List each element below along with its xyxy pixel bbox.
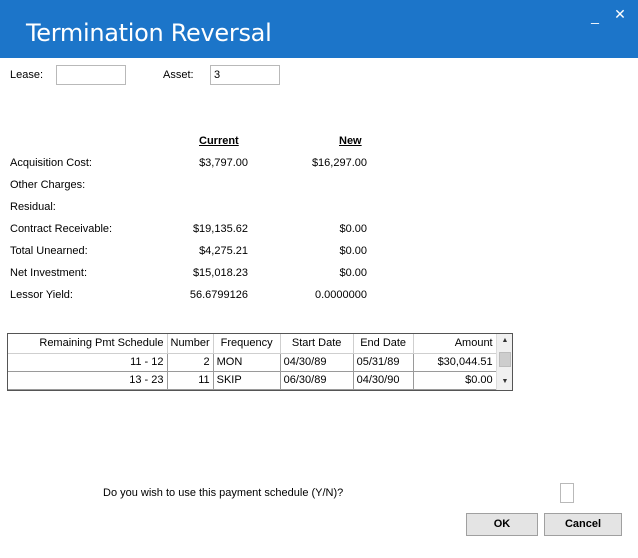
cell-amount[interactable]: $30,044.51 [413,353,497,372]
lease-field[interactable] [56,65,126,85]
cell-number[interactable]: 11 [167,371,214,390]
column-header-number[interactable]: Number [167,334,214,354]
minimize-icon[interactable]: _ [587,8,603,24]
close-icon[interactable]: ✕ [612,6,628,22]
column-header-frequency[interactable]: Frequency [213,334,281,354]
column-header-end-date[interactable]: End Date [353,334,414,354]
cancel-button[interactable]: Cancel [544,513,622,536]
cell-start-date[interactable]: 04/30/89 [280,353,354,372]
cell-end-date[interactable]: 05/31/89 [353,353,414,372]
table-row[interactable]: 13 - 23 11 SKIP 06/30/89 04/30/90 $0.00 [8,371,497,390]
yn-answer-field[interactable] [560,483,574,503]
window-title: Termination Reversal [26,19,272,47]
lease-label: Lease: [10,69,44,81]
cell-number[interactable]: 2 [167,353,214,372]
contract-receivable-current: $19,135.62 [192,223,248,235]
column-header-amount[interactable]: Amount [413,334,497,354]
scroll-up-icon[interactable]: ▲ [497,334,513,348]
cell-pmt-range[interactable]: 13 - 23 [8,371,168,390]
net-investment-new: $0.00 [339,267,367,279]
ok-button[interactable]: OK [466,513,538,536]
payment-schedule-grid[interactable]: Remaining Pmt Schedule Number Frequency … [7,333,513,391]
acquisition-cost-new: $16,297.00 [311,157,367,169]
total-unearned-current: $4,275.21 [199,245,248,257]
new-column-header: New [339,135,362,147]
contract-receivable-label: Contract Receivable: [10,223,113,235]
cell-frequency[interactable]: SKIP [213,371,281,390]
table-row[interactable]: 11 - 12 2 MON 04/30/89 05/31/89 $30,044.… [8,353,497,372]
net-investment-current: $15,018.23 [192,267,248,279]
current-column-header: Current [199,135,239,147]
lessor-yield-label: Lessor Yield: [10,289,73,301]
scroll-thumb[interactable] [499,352,511,367]
grid-header-row: Remaining Pmt Schedule Number Frequency … [8,334,497,354]
scroll-down-icon[interactable]: ▼ [497,375,513,389]
cell-start-date[interactable]: 06/30/89 [280,371,354,390]
contract-receivable-new: $0.00 [339,223,367,235]
lessor-yield-current: 56.6799126 [189,289,248,301]
column-header-start-date[interactable]: Start Date [280,334,354,354]
total-unearned-new: $0.00 [339,245,367,257]
payment-schedule-question: Do you wish to use this payment schedule… [103,487,344,499]
total-unearned-label: Total Unearned: [10,245,88,257]
column-header-remaining-pmt-schedule[interactable]: Remaining Pmt Schedule [8,334,168,354]
acquisition-cost-current: $3,797.00 [199,157,248,169]
lessor-yield-new: 0.0000000 [315,289,367,301]
asset-field[interactable]: 3 [210,65,280,85]
acquisition-cost-label: Acquisition Cost: [10,157,92,169]
residual-label: Residual: [10,201,56,213]
cell-end-date[interactable]: 04/30/90 [353,371,414,390]
net-investment-label: Net Investment: [10,267,88,279]
other-charges-label: Other Charges: [10,179,86,191]
title-bar: Termination Reversal _ ✕ [0,0,638,58]
vertical-scrollbar[interactable]: ▲ ▼ [496,334,512,390]
cell-amount[interactable]: $0.00 [413,371,497,390]
cell-frequency[interactable]: MON [213,353,281,372]
cell-pmt-range[interactable]: 11 - 12 [8,353,168,372]
asset-label: Asset: [163,69,194,81]
